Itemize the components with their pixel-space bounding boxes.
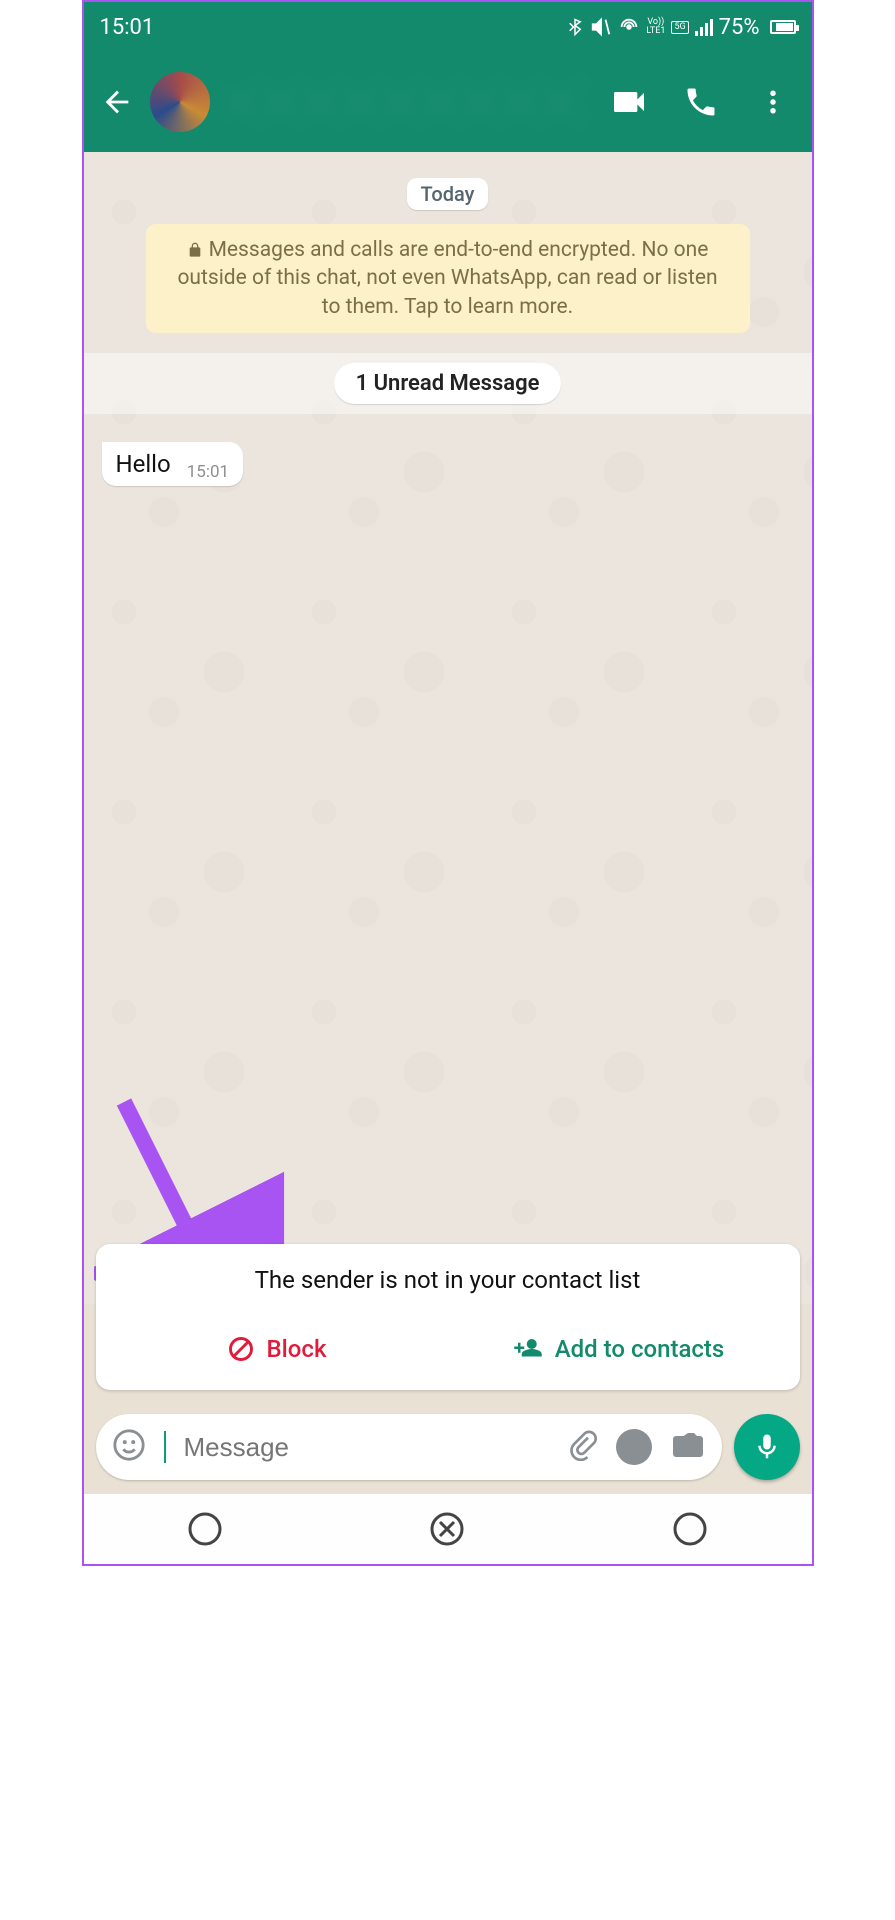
message-input[interactable] <box>184 1432 548 1463</box>
circle-x-icon <box>428 1510 466 1548</box>
chat-area[interactable]: Today Messages and calls are end-to-end … <box>84 152 812 1304</box>
status-bar: 15:01 Vo))LTE1 5G 75% <box>84 2 812 52</box>
chat-app-bar <box>84 52 812 152</box>
camera-button[interactable] <box>670 1427 706 1467</box>
battery-icon <box>770 20 796 34</box>
hotspot-icon <box>618 16 640 38</box>
circle-outline-icon <box>186 1510 224 1548</box>
back-arrow-icon <box>100 85 134 119</box>
emoji-button[interactable] <box>112 1428 146 1466</box>
date-divider: Today <box>96 178 800 210</box>
lock-icon <box>187 242 203 258</box>
unread-count-label: 1 Unread Message <box>334 363 562 404</box>
message-input-box[interactable]: ₹ <box>96 1414 722 1480</box>
bluetooth-icon <box>566 16 584 38</box>
block-label: Block <box>267 1335 327 1363</box>
status-time: 15:01 <box>100 15 155 40</box>
contact-name[interactable] <box>220 82 596 122</box>
message-composer: ₹ <box>96 1414 800 1480</box>
phone-frame: 15:01 Vo))LTE1 5G 75% <box>82 0 814 1566</box>
system-nav-bar <box>84 1494 812 1564</box>
contact-avatar[interactable] <box>150 72 210 132</box>
encryption-text: Messages and calls are end-to-end encryp… <box>177 238 717 319</box>
voice-call-button[interactable] <box>678 79 724 125</box>
date-label: Today <box>407 178 489 210</box>
emoji-icon <box>112 1428 146 1462</box>
encryption-notice[interactable]: Messages and calls are end-to-end encryp… <box>146 224 750 333</box>
incoming-message[interactable]: Hello 15:01 <box>102 442 244 486</box>
camera-icon <box>670 1427 706 1463</box>
paperclip-icon <box>566 1429 598 1461</box>
message-text: Hello <box>116 450 171 478</box>
circle-outline-icon <box>671 1510 709 1548</box>
volte-indicator: Vo))LTE1 <box>646 18 665 36</box>
status-right: Vo))LTE1 5G 75% <box>566 15 795 40</box>
vibrate-mute-icon <box>590 16 612 38</box>
attach-button[interactable] <box>566 1429 598 1465</box>
rupee-icon: ₹ <box>628 1435 640 1460</box>
unknown-sender-message: The sender is not in your contact list <box>106 1266 790 1294</box>
message-time: 15:01 <box>187 462 229 482</box>
phone-icon <box>683 84 719 120</box>
nav-recent-button[interactable] <box>186 1510 224 1548</box>
mic-icon <box>752 1432 782 1462</box>
unknown-sender-card: The sender is not in your contact list B… <box>96 1244 800 1390</box>
battery-percent: 75% <box>719 15 760 40</box>
more-vert-icon <box>758 87 788 117</box>
block-icon <box>227 1335 255 1363</box>
add-contact-icon <box>513 1334 543 1364</box>
network-5g-badge: 5G <box>671 21 688 34</box>
back-button[interactable] <box>94 79 140 125</box>
voice-record-button[interactable] <box>734 1414 800 1480</box>
signal-icon <box>695 18 713 36</box>
video-call-button[interactable] <box>606 79 652 125</box>
nav-home-button[interactable] <box>428 1510 466 1548</box>
unread-divider: 1 Unread Message <box>84 353 812 414</box>
block-button[interactable]: Block <box>106 1320 448 1378</box>
payments-button[interactable]: ₹ <box>616 1429 652 1465</box>
add-to-contacts-button[interactable]: Add to contacts <box>448 1320 790 1378</box>
nav-back-button[interactable] <box>671 1510 709 1548</box>
add-to-contacts-label: Add to contacts <box>555 1335 725 1363</box>
video-call-icon <box>609 82 649 122</box>
more-options-button[interactable] <box>750 79 796 125</box>
